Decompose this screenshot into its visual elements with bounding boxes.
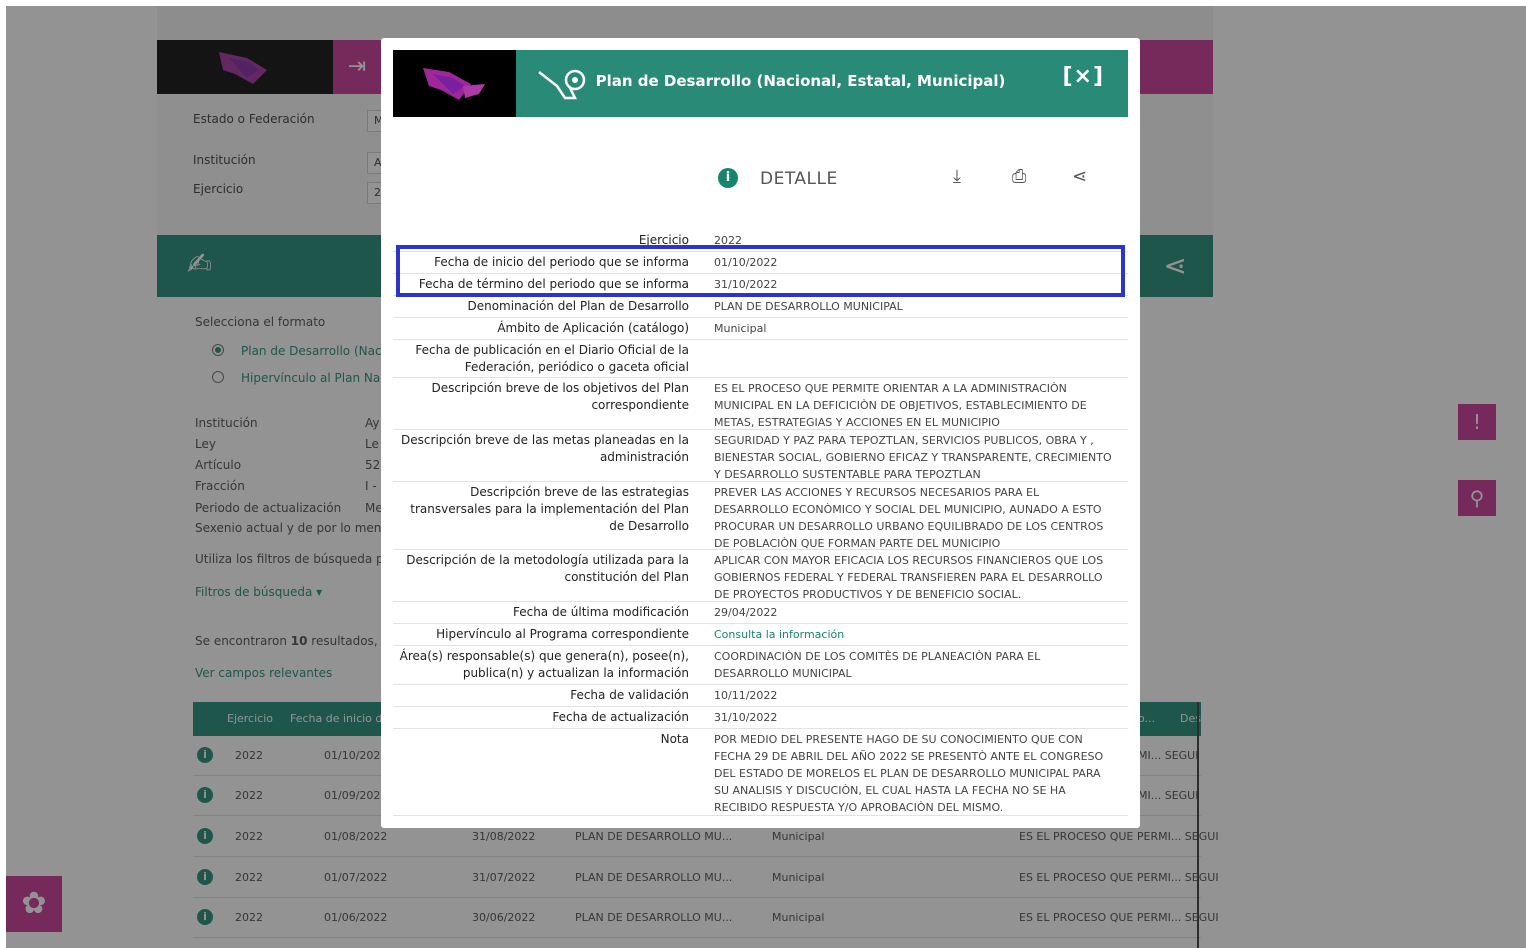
print-icon[interactable]: ⎙ [1012,166,1026,187]
detail-row-value: Municipal [714,322,767,335]
download-icon[interactable]: ⤓ [953,166,961,187]
detail-row-areas-responsables: Área(s) responsable(s) que genera(n), po… [393,646,1128,685]
detail-row-value: ES EL PROCESO QUE PERMITE ORIENTAR A LA … [714,382,1087,429]
detail-row-fecha-publicacion: Fecha de publicación en el Diario Oficia… [393,340,1128,378]
detail-row-metas: Descripción breve de las metas planeadas… [393,430,1128,482]
detail-row-value: PLAN DE DESARROLLO MUNICIPAL [714,300,903,313]
modal-title: Plan de Desarrollo (Nacional, Estatal, M… [595,72,1006,90]
detail-row-ambito: Ámbito de Aplicación (catálogo) Municipa… [393,318,1128,340]
detail-row-label: Descripción breve de las estrategias tra… [410,485,689,533]
detail-row-label: Nota [660,732,689,746]
detail-row-value: SEGURIDAD Y PAZ PARA TEPOZTLAN, SERVICIO… [714,434,1112,481]
detail-row-value: COORDINACIÒN DE LOS COMITÈS DE PLANEACIÒ… [714,650,1041,680]
detail-row-value: 29/04/2022 [714,606,778,619]
detail-row-label: Descripción de la metodología utilizada … [406,553,689,584]
top-frame [0,0,1526,6]
detail-row-label: Fecha de publicación en el Diario Oficia… [415,343,689,374]
left-frame [0,0,6,948]
detail-row-label: Fecha de última modificación [512,605,689,619]
detail-row-value: PREVER LAS ACCIONES Y RECURSOS NECESARIO… [714,486,1104,550]
detail-row-value: APLICAR CON MAYOR EFICACIA LOS RECURSOS … [714,554,1104,601]
detail-modal: Plan de Desarrollo (Nacional, Estatal, M… [381,38,1140,828]
detail-row-label: Denominación del Plan de Desarrollo [467,299,689,313]
detail-row-denominacion: Denominación del Plan de Desarrollo PLAN… [393,296,1128,318]
detail-row-label: Fecha de validación [570,688,689,702]
detail-row-label: Área(s) responsable(s) que genera(n), po… [399,649,689,680]
detail-row-label: Fecha de actualización [552,710,689,724]
detail-row-label: Descripción breve de las metas planeadas… [401,433,689,464]
detail-row-label: Ámbito de Aplicación (catálogo) [497,321,689,335]
detail-row-value: POR MEDIO DEL PRESENTE HAGO DE SU CONOCI… [714,733,1104,814]
modal-logo [393,50,516,117]
detail-row-label: Hipervínculo al Programa correspondiente [436,627,689,641]
detail-info-icon: i [718,168,738,188]
modal-header: Plan de Desarrollo (Nacional, Estatal, M… [393,50,1128,117]
detail-row-value: 10/11/2022 [714,689,778,702]
detail-row-nota: Nota POR MEDIO DEL PRESENTE HAGO DE SU C… [393,729,1128,816]
detail-heading: DETALLE [760,169,838,189]
close-icon[interactable]: [×] [1062,64,1104,89]
detail-row-hipervinculo: Hipervínculo al Programa correspondiente… [393,624,1128,646]
detail-row-metodologia: Descripción de la metodología utilizada … [393,550,1128,602]
detail-row-objetivos: Descripción breve de los objetivos del P… [393,378,1128,430]
detail-row-estrategias: Descripción breve de las estrategias tra… [393,482,1128,550]
detail-row-value: 31/10/2022 [714,711,778,724]
consulta-informacion-link[interactable]: Consulta la información [714,626,1114,643]
detail-row-label: Descripción breve de los objetivos del P… [431,381,689,412]
detail-row-fecha-validacion: Fecha de validación 10/11/2022 [393,685,1128,707]
logo-graphic [423,68,485,100]
detail-row-ultima-modificacion: Fecha de última modificación 29/04/2022 [393,602,1128,624]
share-icon[interactable]: ⋖ [1072,166,1087,187]
highlight-box [396,245,1125,297]
detail-row-fecha-actualizacion: Fecha de actualización 31/10/2022 [393,707,1128,729]
